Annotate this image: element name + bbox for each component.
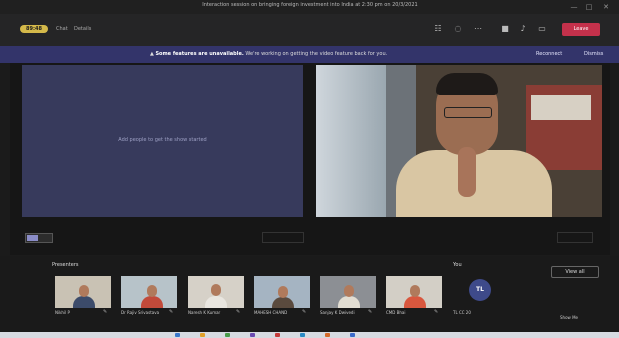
mic-off-icon: ✎ xyxy=(302,309,307,315)
banner-message: ▲ Some features are unavailable. We're w… xyxy=(150,51,387,57)
close-icon[interactable]: ✕ xyxy=(599,1,613,13)
video-shelf xyxy=(531,95,591,120)
feature-warning-banner: ▲ Some features are unavailable. We're w… xyxy=(0,46,619,63)
reconnect-button[interactable]: Reconnect xyxy=(536,51,562,57)
maximize-icon[interactable]: □ xyxy=(582,1,596,13)
camera-icon[interactable]: ■ xyxy=(500,24,510,34)
meeting-timer: 89:48 xyxy=(20,25,48,33)
more-options-icon[interactable]: ⋯ xyxy=(473,24,483,34)
video-window-light xyxy=(316,65,386,217)
people-icon[interactable]: ☷ xyxy=(433,24,443,34)
mic-off-icon: ✎ xyxy=(434,309,439,315)
banner-title: Some features are unavailable. xyxy=(155,51,244,57)
participant-tile[interactable] xyxy=(121,276,177,308)
speaker-hands xyxy=(458,147,476,197)
window-titlebar: Interaction session on bringing foreign … xyxy=(0,0,619,14)
gallery-footer-link[interactable]: Show Me xyxy=(560,315,578,320)
taskbar-app-icon[interactable] xyxy=(350,333,355,337)
details-tab[interactable]: Details xyxy=(74,26,91,32)
stage-control-right[interactable] xyxy=(557,232,593,243)
self-name: TL CC 20 xyxy=(453,310,471,315)
participant-tile[interactable] xyxy=(320,276,376,308)
os-taskbar xyxy=(0,332,619,338)
meeting-toolbar: 89:48 Chat Details ☷ ◌ ⋯ ■ ♪ ▭ Leave xyxy=(0,14,619,46)
content-share-area: Add people to get the show started xyxy=(22,65,303,217)
view-all-button[interactable]: View all xyxy=(551,266,599,278)
self-section-label: You xyxy=(453,262,462,268)
share-hint: Add people to get the show started xyxy=(118,137,207,143)
speaker-hair xyxy=(436,73,498,95)
window-title: Interaction session on bringing foreign … xyxy=(202,2,418,8)
banner-text: We're working on getting the video featu… xyxy=(245,51,388,57)
stage-control-left[interactable] xyxy=(262,232,304,243)
mic-off-icon: ✎ xyxy=(236,309,241,315)
dismiss-button[interactable]: Dismiss xyxy=(584,51,603,57)
share-screen-icon[interactable]: ▭ xyxy=(537,24,547,34)
self-avatar[interactable]: TL xyxy=(469,279,491,301)
taskbar-app-icon[interactable] xyxy=(175,333,180,337)
participant-name: Naresh K Kumar xyxy=(188,310,221,315)
mic-off-icon: ✎ xyxy=(169,309,174,315)
participant-tile[interactable] xyxy=(188,276,244,308)
chat-bubble-icon[interactable]: ◌ xyxy=(453,24,463,34)
participant-tile[interactable] xyxy=(254,276,310,308)
chat-tab[interactable]: Chat xyxy=(56,26,68,32)
participant-name: CMD Bhai xyxy=(386,310,406,315)
taskbar-app-icon[interactable] xyxy=(200,333,205,337)
taskbar-app-icon[interactable] xyxy=(325,333,330,337)
speaker-video[interactable] xyxy=(316,65,602,217)
participant-tile[interactable] xyxy=(55,276,111,308)
microphone-icon[interactable]: ♪ xyxy=(518,24,528,34)
mic-off-icon: ✎ xyxy=(368,309,373,315)
taskbar-app-icon[interactable] xyxy=(300,333,305,337)
taskbar-app-icon[interactable] xyxy=(275,333,280,337)
presenters-label: Presenters xyxy=(52,262,79,268)
leave-button[interactable]: Leave xyxy=(562,23,600,36)
participant-name: Sanjay K Dwivedi xyxy=(320,310,355,315)
taskbar-app-icon[interactable] xyxy=(250,333,255,337)
layout-toggle[interactable] xyxy=(25,233,53,243)
minimize-icon[interactable]: — xyxy=(567,1,581,13)
speaker-glasses xyxy=(444,107,492,118)
participant-name: Dr Rajiv Srivastava xyxy=(121,310,160,315)
layout-toggle-thumb xyxy=(27,235,38,241)
participant-tile[interactable] xyxy=(386,276,442,308)
taskbar-app-icon[interactable] xyxy=(225,333,230,337)
mic-off-icon: ✎ xyxy=(103,309,108,315)
participant-name: Nikhil P xyxy=(55,310,70,315)
participant-name: MAHESH CHAND xyxy=(254,310,288,315)
